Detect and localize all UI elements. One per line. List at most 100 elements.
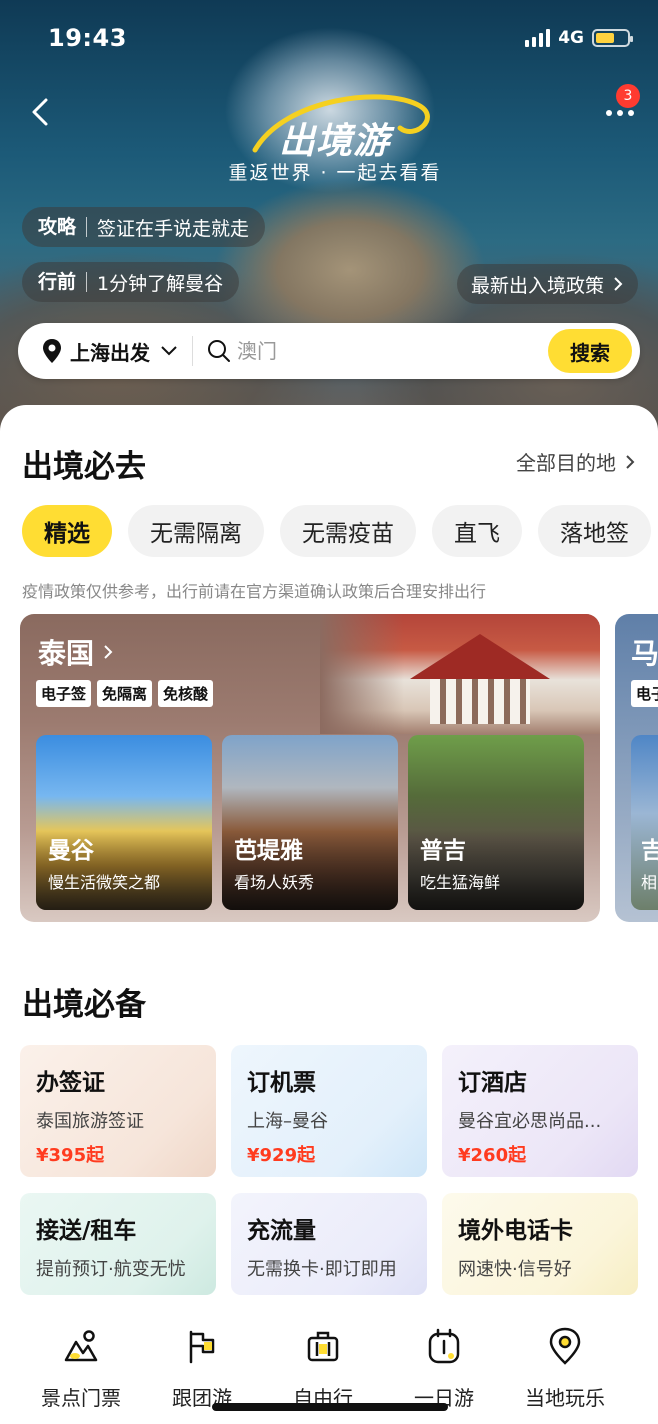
tag-no-pcr: 免核酸: [158, 680, 214, 707]
service-price: ¥395起: [36, 1145, 105, 1166]
location-pin-icon: [43, 339, 61, 363]
suitcase-icon: [307, 1331, 339, 1362]
home-indicator: [212, 1403, 448, 1411]
search-icon: [208, 340, 230, 362]
chevron-left-icon: [32, 98, 48, 126]
service-sub: 提前预订·航变无忧: [36, 1259, 186, 1280]
tab-direct-flight[interactable]: 直飞: [432, 505, 522, 557]
search-button[interactable]: 搜索: [548, 329, 632, 373]
location-pin-icon: [549, 1327, 581, 1365]
departure-label: 上海出发: [70, 340, 150, 365]
service-flight[interactable]: 订机票 上海–曼谷 ¥929起: [231, 1045, 427, 1177]
city-desc: 看场人妖秀: [234, 873, 315, 892]
service-title: 接送/租车: [36, 1218, 137, 1244]
city-name: 吉: [641, 838, 658, 864]
tag-no-quarantine: 免隔离: [97, 680, 153, 707]
network-type: 4G: [558, 28, 584, 48]
nav-label: 景点门票: [41, 1386, 121, 1410]
signal-icon: [525, 29, 551, 47]
service-title: 充流量: [247, 1218, 316, 1244]
service-sub: 曼谷宜必思尚品...: [458, 1111, 602, 1132]
city-card-phuket[interactable]: 普吉 吃生猛海鲜: [408, 735, 584, 910]
nav-item-local-fun[interactable]: 当地玩乐: [505, 1326, 625, 1411]
chevron-right-icon: [614, 277, 623, 291]
city-desc: 相: [641, 873, 658, 892]
hero-banner: 19:43 4G 3 出境游 重返世界 · 一起去看看 攻略 签证在手说走就走 …: [0, 0, 658, 440]
all-destinations-link[interactable]: 全部目的地: [516, 447, 636, 476]
service-hotel[interactable]: 订酒店 曼谷宜必思尚品... ¥260起: [442, 1045, 638, 1177]
status-time: 19:43: [48, 24, 127, 52]
country-tag: 电子: [631, 680, 658, 707]
search-input[interactable]: [237, 339, 437, 363]
nav-item-group-tour[interactable]: 跟团游: [142, 1326, 262, 1411]
pill-text: 签证在手说走就走: [97, 217, 250, 240]
more-dots-icon: [606, 110, 634, 116]
service-title: 订机票: [247, 1070, 316, 1096]
country-card-thailand[interactable]: 泰国 电子签 免隔离 免核酸 曼谷 慢生活微笑之都 芭堤雅 看场人妖秀 普吉 吃…: [20, 614, 600, 922]
all-destinations-label: 全部目的地: [516, 451, 616, 475]
service-title: 订酒店: [458, 1070, 527, 1096]
service-transfer[interactable]: 接送/租车 提前预订·航变无忧: [20, 1193, 216, 1295]
clock-icon: [428, 1328, 460, 1364]
city-card-pattaya[interactable]: 芭堤雅 看场人妖秀: [222, 735, 398, 910]
departure-selector[interactable]: 上海出发: [18, 323, 192, 379]
country-tags: 电子签 免隔离 免核酸: [36, 680, 214, 707]
service-title: 境外电话卡: [458, 1218, 573, 1244]
service-visa[interactable]: 办签证 泰国旅游签证 ¥395起: [20, 1045, 216, 1177]
city-card-bangkok[interactable]: 曼谷 慢生活微笑之都: [36, 735, 212, 910]
city-desc: 吃生猛海鲜: [420, 873, 501, 892]
country-name-label: 泰国: [38, 637, 95, 670]
notification-badge: 3: [616, 84, 640, 108]
pill-text: 1分钟了解曼谷: [97, 272, 224, 295]
tab-visa-on-arrival[interactable]: 落地签: [538, 505, 651, 557]
more-button[interactable]: 3: [594, 84, 640, 132]
before-trip-pill[interactable]: 行前 1分钟了解曼谷: [22, 262, 240, 302]
status-indicators: 4G: [525, 28, 633, 48]
nav-item-day-trip[interactable]: 一日游: [384, 1326, 504, 1411]
city-card[interactable]: 吉 相: [631, 735, 658, 910]
service-sub: 网速快·信号好: [458, 1259, 572, 1280]
strategy-pill[interactable]: 攻略 签证在手说走就走: [22, 207, 266, 247]
country-card-next[interactable]: 马 电子 吉 相: [615, 614, 658, 922]
flag-icon: [189, 1330, 215, 1364]
service-sub: 无需换卡·即订即用: [247, 1259, 397, 1280]
battery-icon: [592, 29, 633, 47]
service-sub: 上海–曼谷: [247, 1111, 328, 1132]
policy-link-label: 最新出入境政策: [470, 274, 604, 297]
essentials-title: 出境必备: [22, 987, 146, 1023]
chevron-right-icon: [626, 454, 635, 469]
temple-image: [320, 614, 600, 734]
filter-tabs: 精选 无需隔离 无需疫苗 直飞 落地签: [22, 505, 651, 557]
service-simcard[interactable]: 境外电话卡 网速快·信号好: [442, 1193, 638, 1295]
city-desc: 慢生活微笑之都: [48, 873, 161, 892]
service-title: 办签证: [36, 1070, 105, 1096]
entry-policy-link[interactable]: 最新出入境政策: [456, 264, 638, 304]
service-data[interactable]: 充流量 无需换卡·即订即用: [231, 1193, 427, 1295]
mountain-ticket-icon: [64, 1330, 98, 1362]
service-price: ¥929起: [247, 1145, 316, 1166]
service-sub: 泰国旅游签证: [36, 1111, 144, 1132]
nav-label: 当地玩乐: [525, 1386, 605, 1410]
country-name[interactable]: 泰国: [38, 632, 114, 672]
brand-logo: 出境游 重返世界 · 一起去看看: [215, 88, 455, 188]
tab-no-vaccine[interactable]: 无需疫苗: [280, 505, 416, 557]
tag-evisa: 电子签: [36, 680, 92, 707]
tab-no-quarantine[interactable]: 无需隔离: [128, 505, 264, 557]
back-button[interactable]: [24, 94, 60, 130]
city-list: 曼谷 慢生活微笑之都 芭堤雅 看场人妖秀 普吉 吃生猛海鲜: [36, 735, 584, 910]
brand-subtitle: 重返世界 · 一起去看看: [228, 162, 442, 184]
pill-key: 攻略: [38, 217, 88, 237]
status-bar: 19:43 4G: [0, 22, 658, 58]
city-name: 芭堤雅: [234, 838, 303, 864]
brand-title: 出境游: [279, 121, 391, 162]
must-go-title: 出境必去: [22, 449, 146, 485]
tab-featured[interactable]: 精选: [22, 505, 112, 557]
search-field[interactable]: [193, 339, 548, 363]
nav-item-independent[interactable]: 自由行: [263, 1326, 383, 1411]
chevron-right-icon: [104, 645, 113, 659]
main-panel: 出境必去 全部目的地 精选 无需隔离 无需疫苗 直飞 落地签 疫情政策仅供参考，…: [0, 405, 658, 1424]
pill-key: 行前: [38, 272, 88, 292]
policy-notice: 疫情政策仅供参考，出行前请在官方渠道确认政策后合理安排出行: [22, 582, 487, 601]
service-price: ¥260起: [458, 1145, 527, 1166]
nav-item-tickets[interactable]: 景点门票: [21, 1326, 141, 1411]
